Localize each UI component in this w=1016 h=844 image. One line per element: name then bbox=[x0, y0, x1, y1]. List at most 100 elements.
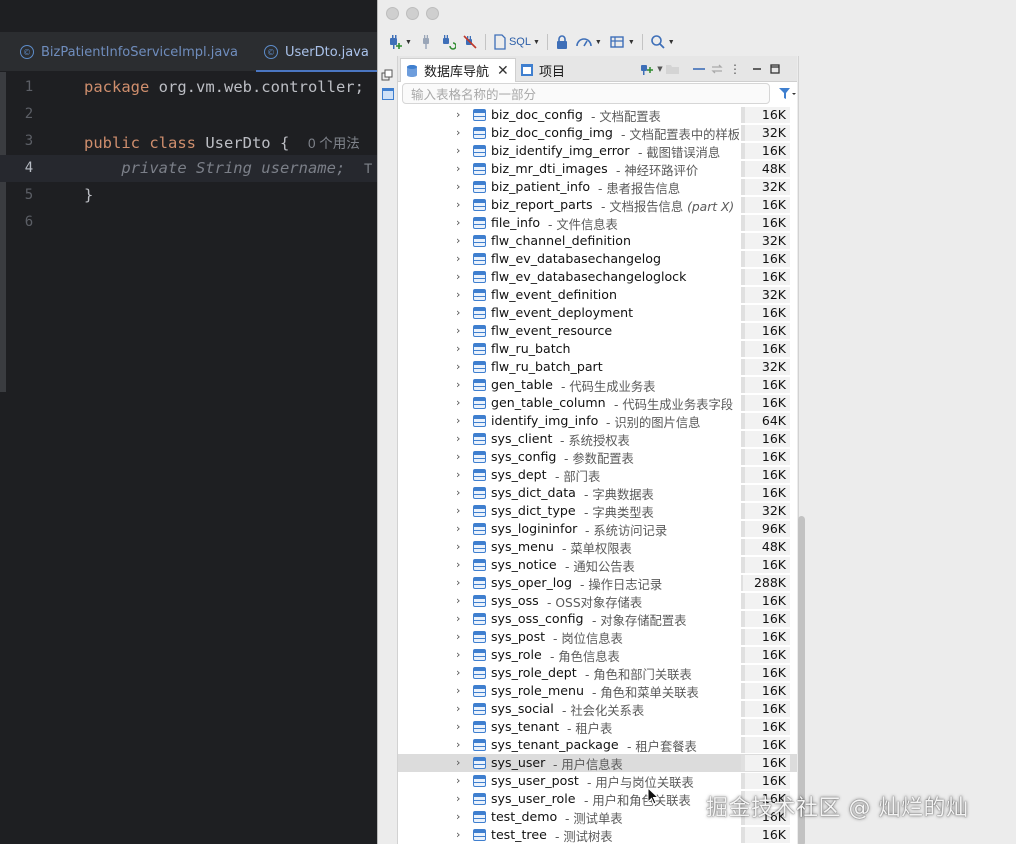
chevron-right-icon[interactable]: › bbox=[456, 269, 466, 285]
table-row[interactable]: › flw_ru_batch_part 32K bbox=[398, 358, 797, 376]
chevron-right-icon[interactable]: › bbox=[456, 521, 466, 537]
table-row[interactable]: › gen_table 16K - 代码生成业务表 bbox=[398, 376, 797, 394]
chevron-down-icon[interactable]: ▼ bbox=[656, 60, 664, 78]
close-icon[interactable]: ✕ bbox=[497, 63, 509, 79]
tab-project[interactable]: 项目 bbox=[520, 58, 565, 82]
restore-view-icon[interactable] bbox=[381, 66, 395, 81]
table-row[interactable]: › sys_oss 16K - OSS对象存储表 bbox=[398, 592, 797, 610]
new-connection-icon[interactable] bbox=[638, 60, 656, 78]
chevron-right-icon[interactable]: › bbox=[456, 737, 466, 753]
transaction-lock-button[interactable] bbox=[552, 31, 572, 53]
table-row[interactable]: › sys_user_post 16K - 用户与岗位关联表 bbox=[398, 772, 797, 790]
chevron-right-icon[interactable]: › bbox=[456, 683, 466, 699]
close-window-button[interactable] bbox=[386, 7, 399, 20]
table-row[interactable]: › sys_role 16K - 角色信息表 bbox=[398, 646, 797, 664]
table-row[interactable]: › biz_identify_img_error 16K - 截图错误消息 bbox=[398, 142, 797, 160]
table-row[interactable]: › sys_dict_data 16K - 字典数据表 bbox=[398, 484, 797, 502]
filter-funnel-icon[interactable] bbox=[778, 86, 796, 105]
table-row[interactable]: › flw_event_resource 16K bbox=[398, 322, 797, 340]
table-row[interactable]: › sys_role_menu 16K - 角色和菜单关联表 bbox=[398, 682, 797, 700]
chevron-right-icon[interactable]: › bbox=[456, 773, 466, 789]
chevron-right-icon[interactable]: › bbox=[456, 233, 466, 249]
reconnect-button[interactable] bbox=[437, 31, 459, 53]
table-row[interactable]: › biz_mr_dti_images 48K - 神经环路评价 bbox=[398, 160, 797, 178]
table-row[interactable]: › gen_table_column 16K - 代码生成业务表字段 bbox=[398, 394, 797, 412]
chevron-right-icon[interactable]: › bbox=[456, 215, 466, 231]
tab-bizpatientinfoserviceimpl[interactable]: © BizPatientInfoServiceImpl.java bbox=[20, 32, 238, 72]
chevron-right-icon[interactable]: › bbox=[456, 503, 466, 519]
database-tools-button[interactable]: ▼ bbox=[605, 31, 638, 53]
chevron-right-icon[interactable]: › bbox=[456, 143, 466, 159]
chevron-right-icon[interactable]: › bbox=[456, 467, 466, 483]
maximize-window-button[interactable] bbox=[426, 7, 439, 20]
chevron-right-icon[interactable]: › bbox=[456, 665, 466, 681]
chevron-right-icon[interactable]: › bbox=[456, 197, 466, 213]
chevron-right-icon[interactable]: › bbox=[456, 647, 466, 663]
minimize-window-button[interactable] bbox=[406, 7, 419, 20]
tab-database-navigator[interactable]: 数据库导航 ✕ bbox=[400, 58, 516, 82]
table-row[interactable]: › file_info 16K - 文件信息表 bbox=[398, 214, 797, 232]
chevron-right-icon[interactable]: › bbox=[456, 755, 466, 771]
search-button[interactable]: ▼ bbox=[647, 31, 678, 53]
table-row[interactable]: › sys_oper_log 288K - 操作日志记录 bbox=[398, 574, 797, 592]
new-connection-button[interactable]: ▼ bbox=[384, 31, 415, 53]
table-row[interactable]: › flw_ev_databasechangeloglock 16K bbox=[398, 268, 797, 286]
chevron-right-icon[interactable]: › bbox=[456, 557, 466, 573]
table-row[interactable]: › biz_doc_config_img 32K - 文档配置表中的样板 bbox=[398, 124, 797, 142]
table-row[interactable]: › sys_role_dept 16K - 角色和部门关联表 bbox=[398, 664, 797, 682]
collapse-all-icon[interactable] bbox=[690, 60, 708, 78]
table-row[interactable]: › sys_social 16K - 社会化关系表 bbox=[398, 700, 797, 718]
chevron-right-icon[interactable]: › bbox=[456, 251, 466, 267]
chevron-right-icon[interactable]: › bbox=[456, 323, 466, 339]
chevron-right-icon[interactable]: › bbox=[456, 413, 466, 429]
chevron-right-icon[interactable]: › bbox=[456, 539, 466, 555]
link-with-editor-icon[interactable] bbox=[708, 60, 726, 78]
tab-userdto[interactable]: © UserDto.java bbox=[256, 32, 383, 72]
table-row[interactable]: › flw_ev_databasechangelog 16K bbox=[398, 250, 797, 268]
table-row[interactable]: › sys_config 16K - 参数配置表 bbox=[398, 448, 797, 466]
chevron-right-icon[interactable]: › bbox=[456, 809, 466, 825]
chevron-right-icon[interactable]: › bbox=[456, 485, 466, 501]
disconnect-button[interactable] bbox=[459, 31, 481, 53]
minimize-panel-icon[interactable] bbox=[748, 60, 766, 78]
chevron-right-icon[interactable]: › bbox=[456, 575, 466, 591]
commit-mode-button[interactable]: ▼ bbox=[572, 31, 605, 53]
table-row[interactable]: › biz_patient_info 32K - 患者报告信息 bbox=[398, 178, 797, 196]
chevron-right-icon[interactable]: › bbox=[456, 107, 466, 123]
chevron-right-icon[interactable]: › bbox=[456, 629, 466, 645]
database-navigator-view-icon[interactable] bbox=[381, 86, 395, 100]
chevron-right-icon[interactable]: › bbox=[456, 179, 466, 195]
chevron-right-icon[interactable]: › bbox=[456, 449, 466, 465]
table-row[interactable]: › sys_client 16K - 系统授权表 bbox=[398, 430, 797, 448]
table-row[interactable]: › sys_post 16K - 岗位信息表 bbox=[398, 628, 797, 646]
table-filter-input[interactable] bbox=[403, 85, 769, 104]
new-folder-icon[interactable] bbox=[664, 60, 682, 78]
chevron-right-icon[interactable]: › bbox=[456, 611, 466, 627]
chevron-right-icon[interactable]: › bbox=[456, 395, 466, 411]
chevron-right-icon[interactable]: › bbox=[456, 287, 466, 303]
table-row[interactable]: › sys_dict_type 32K - 字典类型表 bbox=[398, 502, 797, 520]
chevron-right-icon[interactable]: › bbox=[456, 341, 466, 357]
connect-button[interactable] bbox=[415, 31, 437, 53]
chevron-right-icon[interactable]: › bbox=[456, 431, 466, 447]
code-line-1[interactable]: package org.vm.web.controller; bbox=[84, 78, 364, 96]
chevron-right-icon[interactable]: › bbox=[456, 359, 466, 375]
code-line-3[interactable]: public class UserDto { 0 个用法 bbox=[84, 132, 360, 152]
chevron-right-icon[interactable]: › bbox=[456, 593, 466, 609]
table-row[interactable]: › sys_oss_config 16K - 对象存储配置表 bbox=[398, 610, 797, 628]
table-row[interactable]: › flw_event_definition 32K bbox=[398, 286, 797, 304]
chevron-right-icon[interactable]: › bbox=[456, 377, 466, 393]
chevron-right-icon[interactable]: › bbox=[456, 791, 466, 807]
table-row[interactable]: › test_tree 16K - 测试树表 bbox=[398, 826, 797, 844]
view-menu-icon[interactable]: ⋮ bbox=[726, 60, 744, 78]
usage-hint[interactable]: 0 个用法 bbox=[308, 136, 360, 151]
chevron-right-icon[interactable]: › bbox=[456, 305, 466, 321]
chevron-right-icon[interactable]: › bbox=[456, 161, 466, 177]
table-row[interactable]: › flw_event_deployment 16K bbox=[398, 304, 797, 322]
table-row[interactable]: › flw_ru_batch 16K bbox=[398, 340, 797, 358]
chevron-right-icon[interactable]: › bbox=[456, 827, 466, 843]
code-line-4[interactable]: private String username; T bbox=[84, 159, 372, 177]
code-line-5[interactable]: } bbox=[84, 186, 93, 204]
chevron-right-icon[interactable]: › bbox=[456, 719, 466, 735]
table-row[interactable]: › sys_tenant_package 16K - 租户套餐表 bbox=[398, 736, 797, 754]
